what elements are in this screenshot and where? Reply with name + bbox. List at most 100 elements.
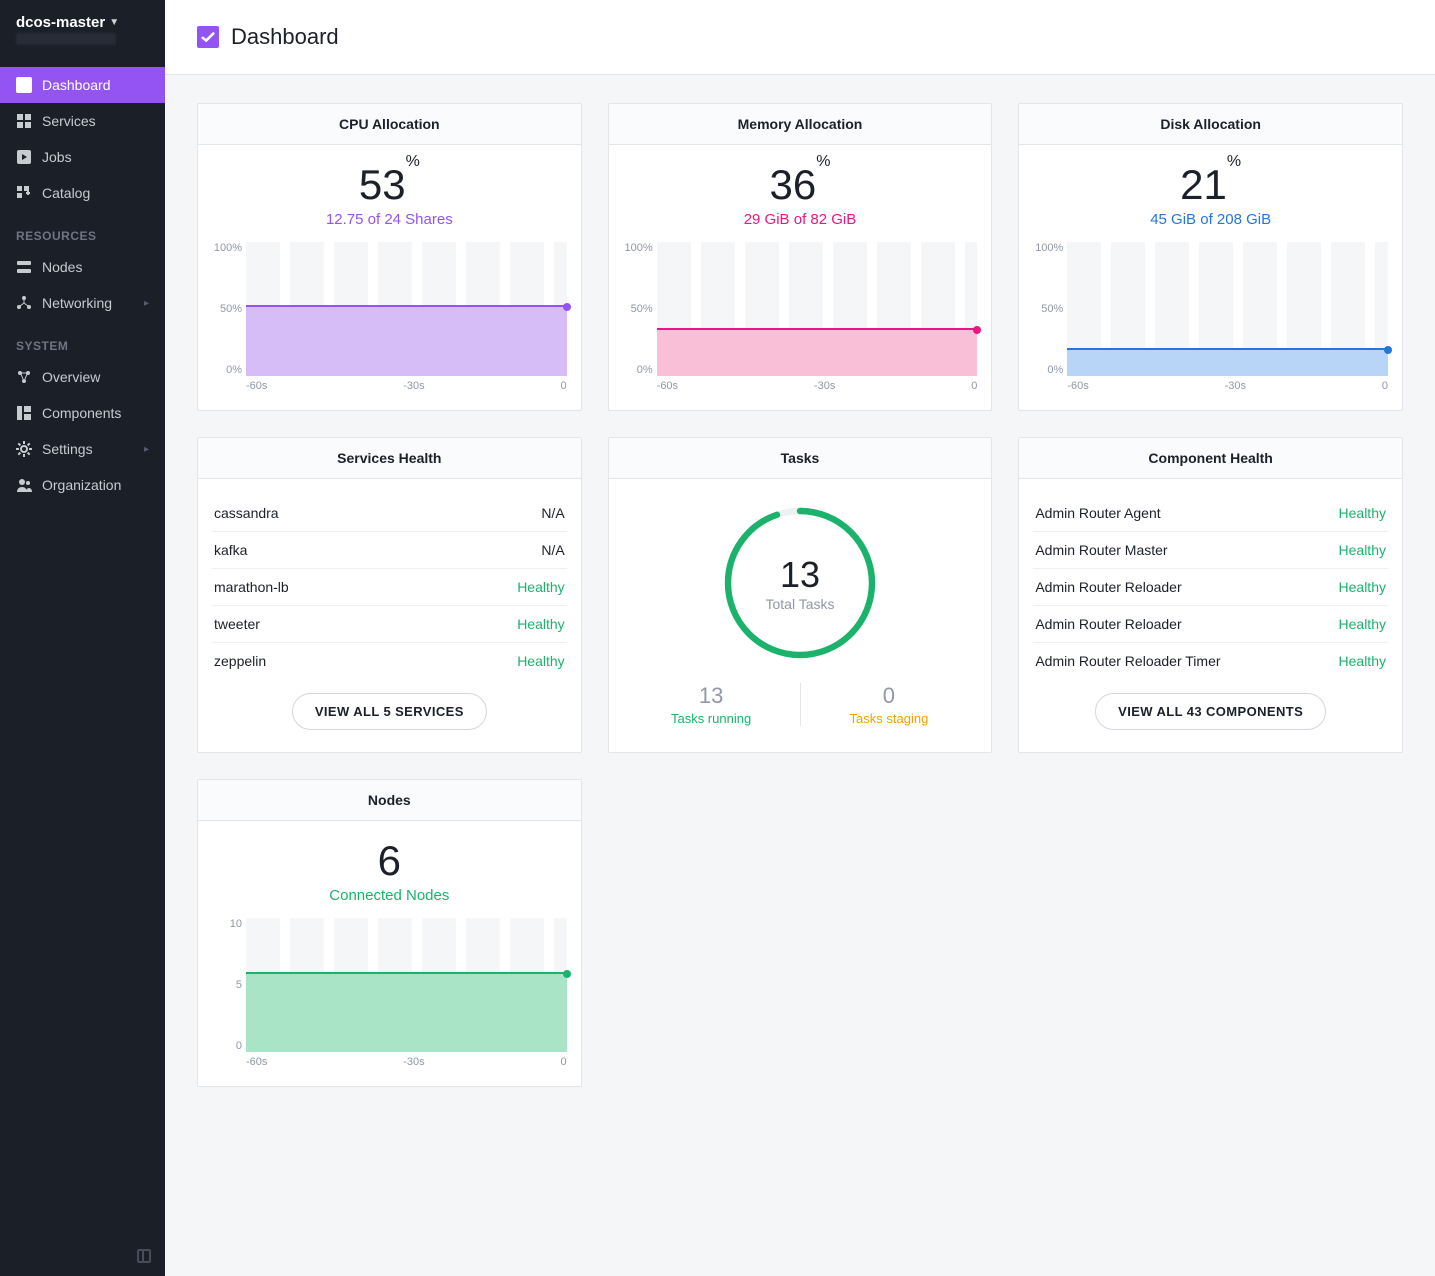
cluster-selector[interactable]: dcos-master ▼	[16, 14, 149, 31]
memory-chart: 100% 50% 0% -60s -30s 0	[623, 242, 978, 392]
sidebar-item-label: Services	[42, 113, 96, 129]
tasks-total: 13	[780, 554, 820, 596]
y-tick: 100%	[623, 242, 653, 254]
memory-detail: 29 GiB of 82 GiB	[623, 211, 978, 228]
nodes-chart: 10 5 0 -60s -30s 0	[212, 918, 567, 1068]
nodes-icon	[16, 259, 32, 275]
y-tick: 10	[212, 918, 242, 930]
sidebar-item-label: Networking	[42, 295, 112, 311]
panel-title: Services Health	[198, 438, 581, 479]
health-row[interactable]: marathon-lbHealthy	[212, 569, 567, 606]
panel-tasks: Tasks 13 Total Tasks	[608, 437, 993, 753]
chevron-right-icon: ▸	[144, 444, 149, 455]
panel-component-health: Component Health Admin Router AgentHealt…	[1018, 437, 1403, 753]
panel-title: Tasks	[609, 438, 992, 479]
health-row[interactable]: tweeterHealthy	[212, 606, 567, 643]
services-list: cassandraN/AkafkaN/Amarathon-lbHealthytw…	[212, 495, 567, 679]
view-all-services-button[interactable]: VIEW ALL 5 SERVICES	[292, 693, 487, 730]
health-name: Admin Router Reloader	[1035, 616, 1181, 632]
health-status: Healthy	[1339, 616, 1386, 632]
x-tick: 0	[1382, 380, 1388, 392]
chevron-right-icon: ▸	[144, 298, 149, 309]
panel-title: Component Health	[1019, 438, 1402, 479]
sidebar-item-label: Jobs	[42, 149, 72, 165]
health-name: Admin Router Reloader Timer	[1035, 653, 1220, 669]
nodes-label: Connected Nodes	[212, 887, 567, 904]
sidebar-item-overview[interactable]: Overview	[0, 359, 165, 395]
health-row[interactable]: Admin Router Reloader Timer Healthy	[1033, 643, 1388, 679]
x-tick: -30s	[403, 380, 424, 392]
health-status: N/A	[541, 505, 564, 521]
cluster-name: dcos-master	[16, 14, 105, 31]
organization-icon	[16, 477, 32, 493]
y-tick: 0%	[212, 364, 242, 376]
health-status: Healthy	[1339, 505, 1386, 521]
sidebar-item-networking[interactable]: Networking ▸	[0, 285, 165, 321]
health-row[interactable]: Admin Router Master Healthy	[1033, 532, 1388, 569]
health-name: Admin Router Reloader	[1035, 579, 1181, 595]
x-tick: -30s	[814, 380, 835, 392]
health-status: Healthy	[517, 616, 564, 632]
health-row[interactable]: cassandraN/A	[212, 495, 567, 532]
sidebar-item-jobs[interactable]: Jobs	[0, 139, 165, 175]
x-tick: -60s	[246, 1056, 267, 1068]
catalog-icon	[16, 185, 32, 201]
sidebar-item-label: Components	[42, 405, 121, 421]
health-name: marathon-lb	[214, 579, 289, 595]
sidebar-item-components[interactable]: Components	[0, 395, 165, 431]
memory-percent: 36	[770, 161, 817, 208]
sidebar: dcos-master ▼ Dashboard Services Jobs Ca…	[0, 0, 165, 1276]
tasks-running: 13 Tasks running	[623, 683, 801, 726]
health-row[interactable]: Admin Router ReloaderHealthy	[1033, 569, 1388, 606]
sidebar-item-label: Dashboard	[42, 77, 111, 93]
x-tick: -60s	[246, 380, 267, 392]
page-header: Dashboard	[165, 0, 1435, 75]
services-icon	[16, 113, 32, 129]
health-row[interactable]: Admin Router AgentHealthy	[1033, 495, 1388, 532]
panel-disk-allocation: Disk Allocation 21% 45 GiB of 208 GiB 10…	[1018, 103, 1403, 411]
health-status: Healthy	[1339, 542, 1386, 558]
panel-title: CPU Allocation	[198, 104, 581, 145]
y-tick: 0%	[623, 364, 653, 376]
overview-icon	[16, 369, 32, 385]
health-name: zeppelin	[214, 653, 266, 669]
view-all-components-button[interactable]: VIEW ALL 43 COMPONENTS	[1095, 693, 1326, 730]
health-name: Admin Router Master	[1035, 542, 1167, 558]
sidebar-section-resources: RESOURCES	[0, 229, 165, 249]
health-row[interactable]: Admin Router Reloader Healthy	[1033, 606, 1388, 643]
panel-title: Nodes	[198, 780, 581, 821]
cpu-detail: 12.75 of 24 Shares	[212, 211, 567, 228]
tasks-donut: 13 Total Tasks	[720, 503, 880, 663]
sidebar-item-settings[interactable]: Settings ▸	[0, 431, 165, 467]
tasks-staging: 0 Tasks staging	[801, 683, 978, 726]
sidebar-item-label: Overview	[42, 369, 100, 385]
health-status: N/A	[541, 542, 564, 558]
panel-services-health: Services Health cassandraN/AkafkaN/Amara…	[197, 437, 582, 753]
sidebar-item-organization[interactable]: Organization	[0, 467, 165, 503]
page-title: Dashboard	[231, 24, 339, 50]
y-tick: 5	[212, 979, 242, 991]
gear-icon	[16, 441, 32, 457]
networking-icon	[16, 295, 32, 311]
jobs-icon	[16, 149, 32, 165]
sidebar-item-catalog[interactable]: Catalog	[0, 175, 165, 211]
health-row[interactable]: kafkaN/A	[212, 532, 567, 569]
dashboard-icon	[197, 26, 219, 48]
collapse-sidebar-button[interactable]	[137, 1249, 151, 1263]
y-tick: 100%	[1033, 242, 1063, 254]
sidebar-item-dashboard[interactable]: Dashboard	[0, 67, 165, 103]
sidebar-item-label: Catalog	[42, 185, 90, 201]
health-status: Healthy	[517, 653, 564, 669]
sidebar-section-system: SYSTEM	[0, 339, 165, 359]
x-tick: -60s	[657, 380, 678, 392]
x-tick: -60s	[1067, 380, 1088, 392]
sidebar-item-label: Settings	[42, 441, 93, 457]
health-status: Healthy	[1339, 653, 1386, 669]
sidebar-item-services[interactable]: Services	[0, 103, 165, 139]
sidebar-item-nodes[interactable]: Nodes	[0, 249, 165, 285]
tasks-total-label: Total Tasks	[765, 596, 834, 612]
nodes-count: 6	[212, 837, 567, 885]
health-row[interactable]: zeppelin Healthy	[212, 643, 567, 679]
components-list: Admin Router AgentHealthyAdmin Router Ma…	[1033, 495, 1388, 679]
x-tick: 0	[561, 1056, 567, 1068]
